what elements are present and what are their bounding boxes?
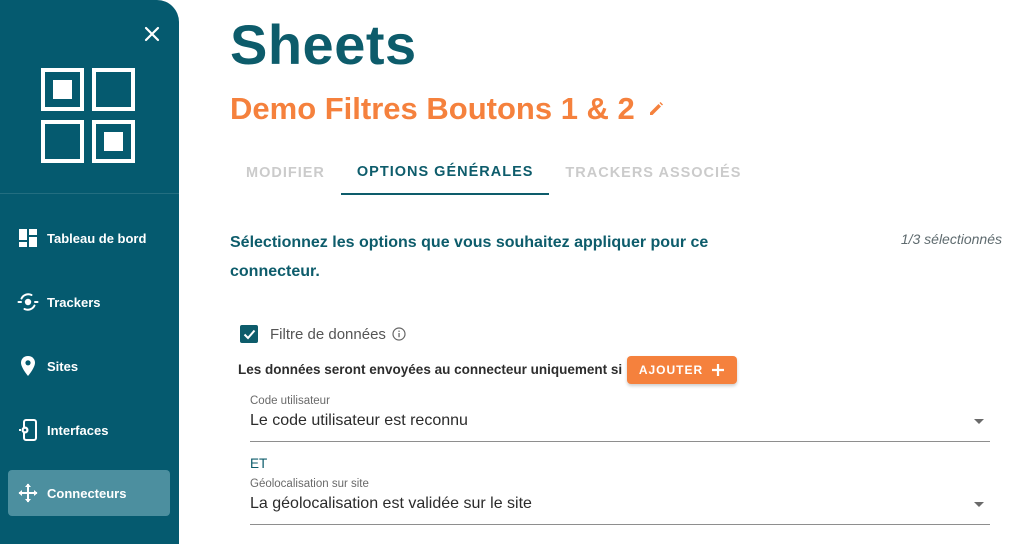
- dropdown-arrow-icon: [974, 419, 984, 424]
- sidebar-item-connecteurs[interactable]: Connecteurs: [8, 470, 170, 516]
- location-pin-icon: [16, 354, 40, 378]
- close-icon: [144, 26, 160, 42]
- sidebar-item-label: Interfaces: [47, 422, 109, 438]
- sidebar-divider: [0, 193, 179, 194]
- check-icon: [243, 329, 255, 339]
- geolocation-condition-select[interactable]: Géolocalisation sur site La géolocalisat…: [250, 478, 990, 525]
- data-filter-checkbox[interactable]: [240, 325, 258, 343]
- sidebar-item-sites[interactable]: Sites: [8, 343, 170, 389]
- select-caption: Géolocalisation sur site: [250, 478, 369, 490]
- select-value: Le code utilisateur est reconnu: [250, 412, 468, 429]
- add-condition-button[interactable]: AJOUTER: [627, 356, 737, 384]
- edit-icon[interactable]: [649, 101, 665, 117]
- connector-name: Demo Filtres Boutons 1 & 2: [230, 91, 635, 126]
- app-logo: [41, 68, 137, 165]
- user-code-condition-select[interactable]: Code utilisateur Le code utilisateur est…: [250, 395, 990, 442]
- dropdown-arrow-icon: [974, 502, 984, 507]
- select-value: La géolocalisation est validée sur le si…: [250, 495, 532, 512]
- dashboard-icon: [16, 226, 40, 250]
- sidebar-item-label: Sites: [47, 358, 79, 374]
- tab-options-generales[interactable]: OPTIONS GÉNÉRALES: [340, 150, 550, 195]
- options-intro: Sélectionnez les options que vous souhai…: [230, 234, 709, 280]
- plus-icon: [711, 363, 725, 377]
- tab-bar: MODIFIER OPTIONS GÉNÉRALES TRACKERS ASSO…: [230, 150, 757, 195]
- tab-modifier[interactable]: MODIFIER: [230, 150, 341, 195]
- data-filter-label: Filtre de données: [270, 325, 386, 343]
- sidebar-item-dashboard[interactable]: Tableau de bord: [8, 215, 170, 261]
- sidebar-item-label: Trackers: [47, 294, 101, 310]
- data-filter-option: Filtre de données: [240, 325, 406, 343]
- sidebar-item-label: Connecteurs: [47, 485, 127, 501]
- connector-name-row: Demo Filtres Boutons 1 & 2: [230, 88, 665, 130]
- selected-count: 1/3 sélectionnés: [900, 231, 1002, 247]
- connector-arrows-icon: [16, 481, 40, 505]
- sidebar-item-trackers[interactable]: Trackers: [8, 279, 170, 325]
- add-button-label: AJOUTER: [638, 363, 704, 377]
- tab-trackers-associes[interactable]: TRACKERS ASSOCIÉS: [549, 150, 757, 195]
- and-operator-label: ET: [250, 456, 268, 471]
- close-sidebar-button[interactable]: [140, 22, 164, 46]
- info-icon[interactable]: [392, 327, 406, 341]
- sidebar-item-interfaces[interactable]: Interfaces: [8, 407, 170, 453]
- interface-device-icon: [16, 418, 40, 442]
- condition-description: Les données seront envoyées au connecteu…: [238, 362, 631, 377]
- select-caption: Code utilisateur: [250, 395, 330, 407]
- tracker-icon: [16, 290, 40, 314]
- page-title: Sheets: [230, 13, 417, 76]
- sidebar: Tableau de bord Trackers Sites Interface…: [0, 0, 179, 544]
- sidebar-item-label: Tableau de bord: [47, 230, 147, 246]
